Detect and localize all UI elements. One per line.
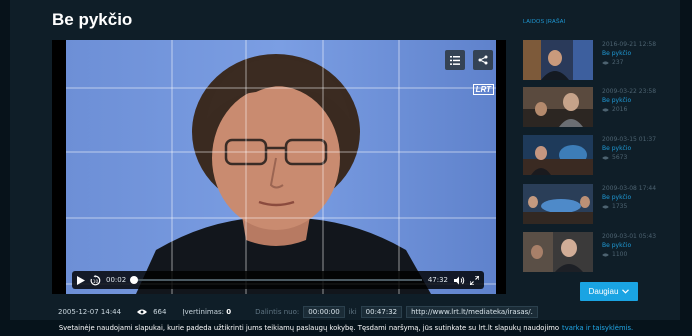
cookie-policy-link[interactable]: tvarka ir taisyklėmis. [562, 324, 633, 332]
episode-title[interactable]: Be pykčio [602, 144, 656, 153]
playlist-button[interactable] [445, 50, 465, 70]
episode-title[interactable]: Be pykčio [602, 49, 656, 58]
video-meta: 2005-12-07 14:44 664 Įvertinimas: 0 Dali… [58, 305, 538, 319]
episode-thumbnail[interactable] [523, 40, 593, 80]
replay-10-button[interactable]: 10 [90, 274, 101, 286]
more-button[interactable]: Daugiau [580, 282, 638, 301]
episode-info: 2009-03-22 23:58 Be pykčio 2016 [602, 87, 656, 114]
progress-handle[interactable] [129, 276, 138, 284]
list-icon [450, 55, 460, 65]
cookie-text: Svetainėje naudojami slapukai, kurie pad… [58, 324, 560, 332]
play-icon [77, 275, 85, 285]
episode-title[interactable]: Be pykčio [602, 96, 656, 105]
rating-value: 0 [226, 308, 232, 316]
episode-title[interactable]: Be pykčio [602, 193, 656, 202]
episode-item[interactable]: 2009-03-01 05:43 Be pykčio 1100 [523, 232, 683, 272]
episode-views: 2016 [602, 105, 656, 114]
video-frame[interactable] [66, 40, 496, 294]
share-icon [478, 55, 488, 65]
episode-date: 2009-03-01 05:43 [602, 233, 657, 240]
episode-date: 2016-09-21 12:58 [602, 41, 657, 48]
share-url-field[interactable]: http://www.lrt.lt/mediateka/irasas/. [406, 306, 538, 318]
more-button-label: Daugiau [588, 287, 619, 296]
video-player[interactable]: LRT 10 00:02 47:32 [52, 40, 506, 294]
episode-item[interactable]: 2009-03-15 01:37 Be pykčio 5673 [523, 135, 683, 175]
cookie-banner: Svetainėje naudojami slapukai, kurie pad… [0, 320, 692, 336]
eye-icon [137, 309, 148, 315]
sidebar-title: LAIDOS ĮRAŠAI [523, 19, 566, 25]
episode-info: 2009-03-01 05:43 Be pykčio 1100 [602, 232, 656, 259]
svg-text:10: 10 [93, 278, 99, 283]
episode-views: 5673 [602, 153, 656, 162]
channel-logo: LRT [472, 84, 494, 95]
rating-label: Įvertinimas: [182, 308, 225, 316]
episode-date: 2009-03-08 17:44 [602, 185, 657, 192]
volume-icon [454, 276, 465, 284]
episode-item[interactable]: 2016-09-21 12:58 Be pykčio 237 [523, 40, 683, 80]
duration: 47:32 [427, 276, 448, 284]
episode-thumbnail[interactable] [523, 184, 593, 224]
replay-10-icon: 10 [90, 274, 101, 285]
eye-icon [602, 252, 609, 257]
episode-thumbnail[interactable] [523, 135, 593, 175]
share-label: Dalintis nuo: [255, 308, 300, 316]
episode-info: 2016-09-21 12:58 Be pykčio 237 [602, 40, 656, 67]
current-time: 00:02 [106, 276, 127, 284]
share-from-field[interactable]: 00:00:00 [303, 306, 345, 318]
share-to-field[interactable]: 00:47:32 [360, 306, 403, 318]
fullscreen-button[interactable] [470, 275, 479, 285]
share-button[interactable] [473, 50, 493, 70]
episode-item[interactable]: 2009-03-22 23:58 Be pykčio 2016 [523, 87, 683, 127]
player-controls: 10 00:02 47:32 [72, 271, 484, 289]
episode-title[interactable]: Be pykčio [602, 241, 656, 250]
share-to-label: iki [348, 308, 357, 316]
episode-info: 2009-03-15 01:37 Be pykčio 5673 [602, 135, 656, 162]
eye-icon [602, 155, 609, 160]
episode-info: 2009-03-08 17:44 Be pykčio 1735 [602, 184, 656, 211]
episode-date: 2009-03-22 23:58 [602, 88, 657, 95]
episode-thumbnail[interactable] [523, 87, 593, 127]
view-count: 664 [137, 308, 166, 316]
volume-button[interactable] [454, 276, 465, 285]
page-title: Be pykčio [52, 10, 133, 29]
view-count-value: 664 [153, 308, 167, 316]
episode-views: 1735 [602, 202, 656, 211]
episode-item[interactable]: 2009-03-08 17:44 Be pykčio 1735 [523, 184, 683, 224]
eye-icon [602, 107, 609, 112]
eye-icon [602, 60, 609, 65]
play-button[interactable] [77, 275, 85, 285]
video-still [66, 40, 496, 294]
episode-date: 2009-03-15 01:37 [602, 136, 657, 143]
chevron-down-icon [622, 289, 630, 294]
rating: Įvertinimas: 0 [182, 308, 231, 316]
progress-bar[interactable] [129, 276, 422, 284]
publish-date: 2005-12-07 14:44 [58, 308, 122, 316]
episode-views: 1100 [602, 250, 656, 259]
eye-icon [602, 204, 609, 209]
episode-thumbnail[interactable] [523, 232, 593, 272]
page-edge-left [0, 0, 10, 336]
fullscreen-icon [470, 275, 479, 285]
episode-views: 237 [602, 58, 656, 67]
